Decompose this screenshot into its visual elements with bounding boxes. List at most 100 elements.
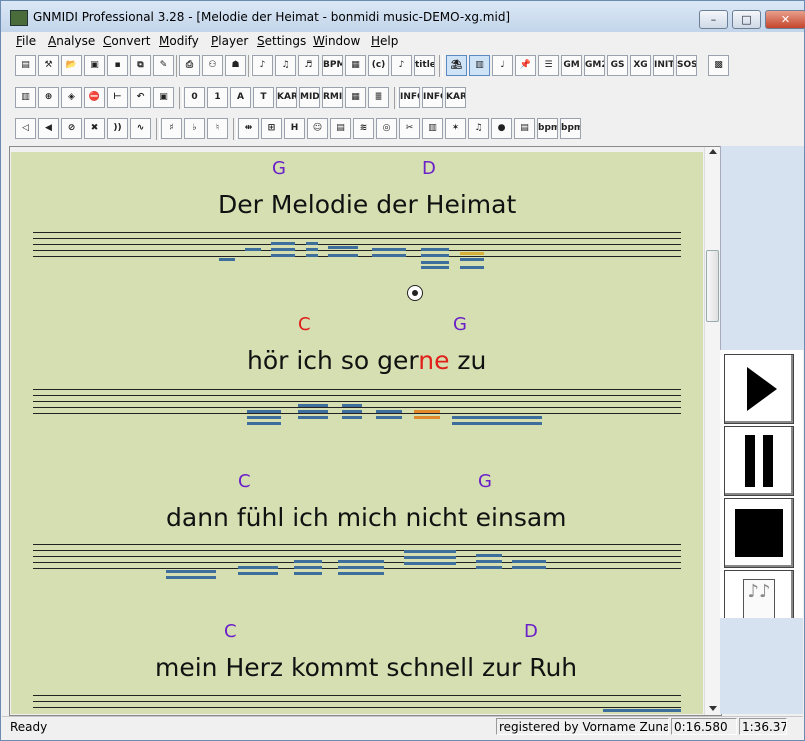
info-button[interactable]: INFO [399, 87, 420, 108]
menu-player[interactable]: Player [211, 34, 248, 48]
add-icon[interactable]: ⊕ [38, 87, 59, 108]
stop-sign-icon[interactable]: ⛔ [84, 87, 105, 108]
scroll-down-icon[interactable] [709, 706, 717, 711]
minimize-button[interactable]: – [699, 10, 728, 29]
binoculars-icon[interactable]: ⚇ [202, 55, 223, 76]
menu-settings[interactable]: Settings [257, 34, 306, 48]
lyrics-list-icon[interactable]: ≣ [368, 87, 389, 108]
gnmidi-icon[interactable]: ▩ [708, 55, 729, 76]
midi-kar-button[interactable]: MIDI KAR [299, 87, 320, 108]
cut-icon[interactable]: ⊢ [107, 87, 128, 108]
menu-analyse[interactable]: Analyse [48, 34, 95, 48]
volume-icon[interactable]: ◀ [38, 118, 59, 139]
flat-icon[interactable]: ♭ [184, 118, 205, 139]
traffic-light-icon[interactable]: ● [491, 118, 512, 139]
speaker-icon[interactable]: ◁ [15, 118, 36, 139]
mixer-icon[interactable]: ☰ [538, 55, 559, 76]
merge-icon[interactable]: H [284, 118, 305, 139]
scroll-thumb[interactable] [706, 250, 719, 322]
menu-convert[interactable]: Convert [103, 34, 150, 48]
notes-icon[interactable]: ♬ [298, 55, 319, 76]
gm-button[interactable]: GM [561, 55, 582, 76]
star-icon[interactable]: ✶ [445, 118, 466, 139]
transpose-icon[interactable]: ♫ [275, 55, 296, 76]
tools-icon[interactable]: ⚒ [38, 55, 59, 76]
wave-icon[interactable]: ∿ [130, 118, 151, 139]
mute-icon[interactable]: ⊘ [61, 118, 82, 139]
menu-file[interactable]: File [16, 34, 36, 48]
calculator-icon[interactable]: ▦ [345, 55, 366, 76]
info-kar-button[interactable]: INFO KAR [422, 87, 443, 108]
move-icon[interactable]: ⇹ [238, 118, 259, 139]
menu-help[interactable]: Help [371, 34, 398, 48]
split-icon[interactable]: ⊞ [261, 118, 282, 139]
maximize-button[interactable]: □ [732, 10, 761, 29]
vertical-scrollbar[interactable] [704, 147, 721, 715]
edit-pencil-icon[interactable]: ✎ [153, 55, 174, 76]
scroll-up-icon[interactable] [709, 149, 717, 154]
bpm-stretch-button[interactable]: bpm [560, 118, 581, 139]
table-icon[interactable]: ▤ [514, 118, 535, 139]
note-bar [294, 560, 322, 563]
cube-icon[interactable]: ◈ [61, 87, 82, 108]
xg-button[interactable]: XG [630, 55, 651, 76]
text-t-button[interactable]: T [253, 87, 274, 108]
open-folder-icon[interactable]: 📂 [61, 55, 82, 76]
pin-icon[interactable]: 📌 [515, 55, 536, 76]
hierarchy-icon[interactable]: ☗ [225, 55, 246, 76]
note-bar [476, 560, 502, 563]
poly-icon[interactable]: ♪ [252, 55, 273, 76]
note-bar [404, 556, 456, 559]
lyrics-grid-icon[interactable]: ▦ [345, 87, 366, 108]
note-icon[interactable]: ♪ [391, 55, 412, 76]
note-bar [166, 576, 216, 579]
close-button[interactable]: ✕ [765, 10, 805, 29]
title-button[interactable]: title [414, 55, 435, 76]
toolbar-effects: ◁ ◀ ⊘ ✖ )) ∿ ♯ ♭ ♮ ⇹ ⊞ H ☺ ▤ ≋ ◎ ✂ ▥ ✶ ♫… [2, 115, 803, 143]
bars-icon[interactable]: ▥ [422, 118, 443, 139]
bpm-button[interactable]: BPM [322, 55, 343, 76]
undo-icon[interactable]: ↶ [130, 87, 151, 108]
equalizer-icon[interactable]: ▤ [330, 118, 351, 139]
zero-button[interactable]: 0 [184, 87, 205, 108]
save-icon[interactable]: ▪ [107, 55, 128, 76]
gs-button[interactable]: GS [607, 55, 628, 76]
channels-icon[interactable]: ▥ [15, 87, 36, 108]
sos-button[interactable]: SOS [676, 55, 697, 76]
karaoke-view-icon[interactable]: ⛱ [446, 55, 467, 76]
copy-icon[interactable]: ⧉ [130, 55, 151, 76]
piano-roll-icon[interactable]: ▥ [469, 55, 490, 76]
init-button[interactable]: INIT [653, 55, 674, 76]
pause-button[interactable] [724, 426, 794, 496]
rmi-kar-button[interactable]: RMI KAR [322, 87, 343, 108]
bpm-up-button[interactable]: bpm [537, 118, 558, 139]
sharp-icon[interactable]: ♯ [161, 118, 182, 139]
reverb-icon[interactable]: )) [107, 118, 128, 139]
note-bar [298, 416, 328, 419]
print-icon[interactable]: ⎙ [179, 55, 200, 76]
open-recent-icon[interactable]: ▣ [84, 55, 105, 76]
kar-midi-button[interactable]: KAR MIDI [276, 87, 297, 108]
menu-modify[interactable]: Modify [159, 34, 199, 48]
app-icon[interactable] [10, 10, 28, 26]
scissors-icon[interactable]: ✂ [399, 118, 420, 139]
instrument-icon[interactable]: ♩ [492, 55, 513, 76]
one-button[interactable]: 1 [207, 87, 228, 108]
gm2-button[interactable]: GM2 [584, 55, 605, 76]
filter-icon[interactable]: ≋ [353, 118, 374, 139]
karaoke-sheet[interactable]: G D Der Melodie der Heimat C G hör ich s… [11, 152, 703, 714]
play-button[interactable] [724, 354, 794, 424]
stop-button[interactable] [724, 498, 794, 568]
music-note-icon[interactable]: ♫ [468, 118, 489, 139]
tracks-icon[interactable]: ▣ [153, 87, 174, 108]
kar-button[interactable]: KAR [445, 87, 466, 108]
person-icon[interactable]: ☺ [307, 118, 328, 139]
new-file-icon[interactable]: ▤ [15, 55, 36, 76]
remove-icon[interactable]: ✖ [84, 118, 105, 139]
menu-window[interactable]: Window [313, 34, 360, 48]
key-icon[interactable]: ♮ [207, 118, 228, 139]
text-a-button[interactable]: A [230, 87, 251, 108]
copyright-button[interactable]: (c) [368, 55, 389, 76]
drum-icon[interactable]: ◎ [376, 118, 397, 139]
chord-label: G [453, 314, 467, 335]
